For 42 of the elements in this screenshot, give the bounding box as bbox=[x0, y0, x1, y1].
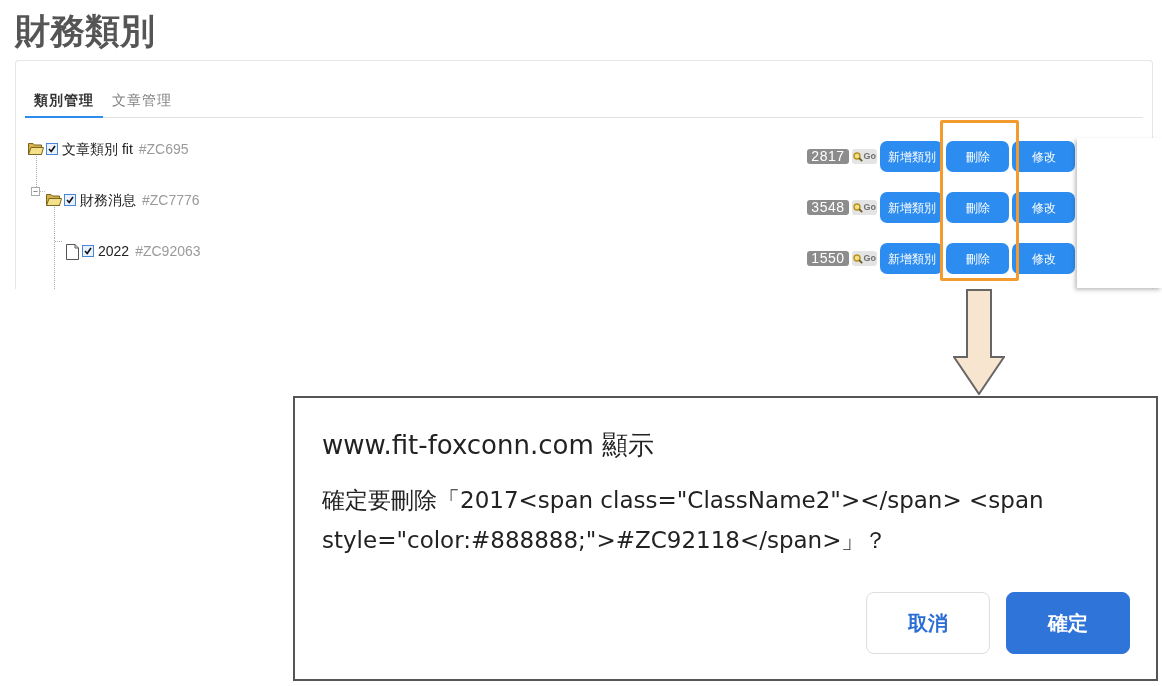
go-button[interactable]: Go bbox=[851, 200, 877, 215]
add-category-button[interactable]: 新增類別 bbox=[880, 243, 943, 274]
checkbox[interactable] bbox=[64, 194, 76, 206]
count-badge: 3548 bbox=[807, 200, 849, 215]
dialog-message: 確定要刪除「2017<span class="ClassName2"></span> <span style="color:#888888;">#ZC92118</span>」？ bbox=[322, 486, 1045, 555]
delete-button[interactable]: 刪除 bbox=[946, 192, 1009, 223]
node-code: #ZC7776 bbox=[142, 191, 200, 209]
tree-node-label[interactable]: 財務消息 bbox=[80, 191, 136, 209]
folder-icon bbox=[46, 193, 62, 206]
node-code: #ZC695 bbox=[138, 140, 189, 158]
collapse-icon[interactable] bbox=[31, 187, 45, 196]
magnifier-icon bbox=[852, 151, 863, 162]
checkbox[interactable] bbox=[46, 143, 58, 155]
check-icon bbox=[48, 145, 56, 153]
file-icon bbox=[65, 244, 79, 260]
edit-button[interactable]: 修改 bbox=[1012, 141, 1075, 172]
checkbox[interactable] bbox=[82, 245, 94, 257]
tab[interactable]: 文章管理 bbox=[103, 86, 181, 118]
tree-node-label[interactable]: 2022 bbox=[98, 242, 130, 260]
edit-button[interactable]: 修改 bbox=[1012, 192, 1075, 223]
folder-icon bbox=[28, 142, 44, 155]
count-badge: 2817 bbox=[807, 149, 849, 164]
tab[interactable]: 類別管理 bbox=[25, 86, 103, 118]
edit-button[interactable]: 修改 bbox=[1012, 243, 1075, 274]
go-button[interactable]: Go bbox=[851, 251, 877, 266]
node-code: #ZC92063 bbox=[135, 242, 201, 260]
dialog-title: www.fit-foxconn.com 顯示 bbox=[322, 429, 656, 461]
add-category-button[interactable]: 新增類別 bbox=[880, 192, 943, 223]
magnifier-icon bbox=[852, 253, 863, 264]
go-button[interactable]: Go bbox=[851, 149, 877, 164]
check-icon bbox=[66, 196, 74, 204]
delete-button[interactable]: 刪除 bbox=[946, 243, 1009, 274]
down-arrow-icon bbox=[953, 289, 1005, 395]
confirm-button[interactable]: 確定 bbox=[1006, 592, 1130, 654]
cancel-button[interactable]: 取消 bbox=[866, 592, 990, 654]
magnifier-icon bbox=[852, 202, 863, 213]
check-icon bbox=[84, 247, 92, 255]
delete-button[interactable]: 刪除 bbox=[946, 141, 1009, 172]
tree-node-label[interactable]: 文章類別 fit bbox=[62, 140, 133, 158]
page-title: 財務類別 bbox=[15, 13, 156, 48]
add-category-button[interactable]: 新增類別 bbox=[880, 141, 943, 172]
count-badge: 1550 bbox=[807, 251, 849, 266]
